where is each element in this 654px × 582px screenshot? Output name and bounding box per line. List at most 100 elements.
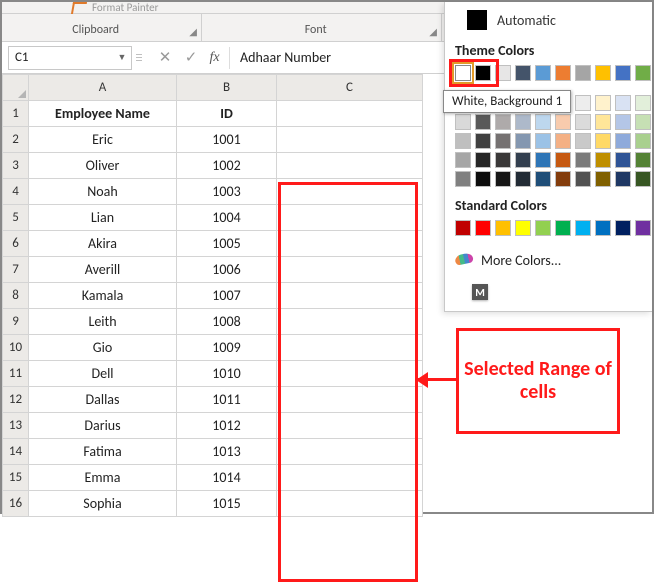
color-swatch[interactable] (575, 220, 591, 236)
cell[interactable]: Sophia (29, 491, 177, 517)
color-swatch[interactable] (575, 114, 591, 130)
color-swatch[interactable] (615, 220, 631, 236)
color-swatch[interactable] (535, 65, 551, 81)
name-box[interactable]: C1 ▼ (8, 46, 132, 70)
row-header[interactable]: 2 (3, 127, 29, 153)
cell[interactable]: Oliver (29, 153, 177, 179)
col-header[interactable]: A (29, 75, 177, 101)
chevron-down-icon[interactable]: ▼ (115, 51, 129, 65)
cell[interactable] (277, 179, 423, 205)
cell[interactable]: 1013 (177, 439, 277, 465)
color-swatch[interactable] (555, 220, 571, 236)
cell[interactable]: Darius (29, 413, 177, 439)
color-swatch[interactable] (575, 171, 591, 187)
color-swatch[interactable] (635, 95, 651, 111)
color-swatch[interactable] (595, 114, 611, 130)
cell[interactable] (277, 153, 423, 179)
color-swatch[interactable] (575, 152, 591, 168)
color-swatch[interactable] (475, 171, 491, 187)
cell[interactable] (277, 309, 423, 335)
color-swatch[interactable] (495, 133, 511, 149)
cell[interactable] (277, 231, 423, 257)
cell[interactable] (277, 205, 423, 231)
color-swatch[interactable] (515, 133, 531, 149)
cell[interactable]: 1007 (177, 283, 277, 309)
color-swatch[interactable] (615, 114, 631, 130)
row-header[interactable]: 13 (3, 413, 29, 439)
color-swatch[interactable] (595, 95, 611, 111)
row-header[interactable]: 9 (3, 309, 29, 335)
color-swatch[interactable] (475, 133, 491, 149)
cell[interactable]: Kamala (29, 283, 177, 309)
row-header[interactable]: 1 (3, 101, 29, 127)
color-swatch[interactable] (635, 220, 651, 236)
cell[interactable]: 1014 (177, 465, 277, 491)
cell[interactable] (277, 465, 423, 491)
color-swatch[interactable] (455, 220, 471, 236)
color-swatch[interactable] (475, 65, 491, 81)
cell[interactable]: Gio (29, 335, 177, 361)
row-header[interactable]: 5 (3, 205, 29, 231)
accept-formula-button[interactable]: ✓ (178, 47, 204, 69)
cell[interactable]: 1005 (177, 231, 277, 257)
insert-function-button[interactable]: fx (204, 47, 230, 69)
cell[interactable]: 1006 (177, 257, 277, 283)
cell[interactable]: 1009 (177, 335, 277, 361)
row-header[interactable]: 10 (3, 335, 29, 361)
cell[interactable] (277, 101, 423, 127)
color-swatch[interactable] (635, 171, 651, 187)
row-header[interactable]: 15 (3, 465, 29, 491)
color-swatch[interactable] (595, 65, 611, 81)
cell[interactable]: Noah (29, 179, 177, 205)
color-swatch[interactable] (455, 171, 471, 187)
color-swatch[interactable] (515, 114, 531, 130)
cell[interactable] (277, 283, 423, 309)
row-header[interactable]: 14 (3, 439, 29, 465)
color-swatch[interactable] (515, 171, 531, 187)
cell[interactable]: Lian (29, 205, 177, 231)
color-swatch[interactable] (635, 114, 651, 130)
cell[interactable]: 1015 (177, 491, 277, 517)
cell[interactable]: 1002 (177, 153, 277, 179)
cell[interactable]: 1004 (177, 205, 277, 231)
color-swatch[interactable] (515, 152, 531, 168)
cell[interactable]: 1010 (177, 361, 277, 387)
row-header[interactable]: 6 (3, 231, 29, 257)
color-swatch[interactable] (535, 220, 551, 236)
color-swatch[interactable] (495, 152, 511, 168)
color-swatch[interactable] (455, 65, 471, 81)
row-header[interactable]: 11 (3, 361, 29, 387)
row-header[interactable]: 8 (3, 283, 29, 309)
cell[interactable]: Akira (29, 231, 177, 257)
cell[interactable] (277, 361, 423, 387)
cell[interactable]: Employee Name (29, 101, 177, 127)
color-swatch[interactable] (455, 114, 471, 130)
color-swatch[interactable] (455, 152, 471, 168)
color-swatch[interactable] (595, 220, 611, 236)
row-header[interactable]: 3 (3, 153, 29, 179)
color-swatch[interactable] (635, 65, 651, 81)
row-header[interactable]: 12 (3, 387, 29, 413)
cancel-formula-button[interactable]: ✕ (152, 47, 178, 69)
color-swatch[interactable] (595, 152, 611, 168)
color-swatch[interactable] (595, 133, 611, 149)
cell[interactable]: 1011 (177, 387, 277, 413)
color-swatch[interactable] (475, 220, 491, 236)
color-swatch[interactable] (615, 65, 631, 81)
cell[interactable]: 1001 (177, 127, 277, 153)
color-swatch[interactable] (475, 152, 491, 168)
cell[interactable] (277, 127, 423, 153)
col-header[interactable]: C (277, 75, 423, 101)
color-swatch[interactable] (555, 133, 571, 149)
cell[interactable]: Dallas (29, 387, 177, 413)
color-swatch[interactable] (555, 152, 571, 168)
cell[interactable] (277, 413, 423, 439)
row-header[interactable]: 7 (3, 257, 29, 283)
select-all-corner[interactable] (3, 75, 29, 101)
color-swatch[interactable] (575, 65, 591, 81)
color-swatch[interactable] (575, 95, 591, 111)
color-swatch[interactable] (535, 171, 551, 187)
dialog-launcher-icon[interactable]: ◢ (429, 23, 441, 38)
more-colors-option[interactable]: More Colors... (455, 248, 642, 269)
color-swatch[interactable] (635, 133, 651, 149)
